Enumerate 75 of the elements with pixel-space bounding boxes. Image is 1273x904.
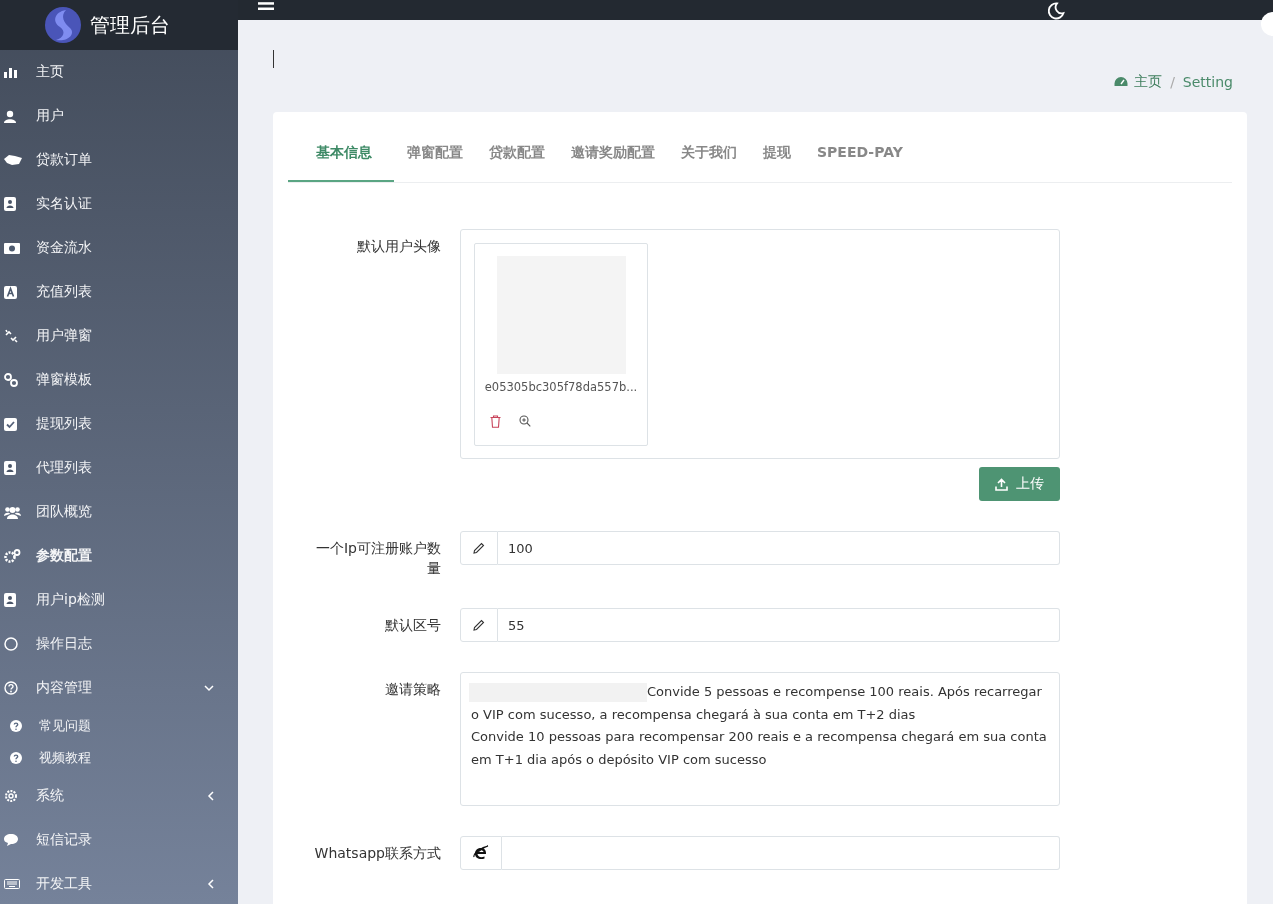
menu-icon[interactable] [258, 0, 274, 10]
sidebar-item[interactable]: 充值列表 [0, 270, 238, 314]
link-icon [4, 373, 18, 387]
field-label: 邀请策略 [384, 680, 442, 699]
sidebar-item[interactable]: 贷款订单 [0, 138, 238, 182]
input-field[interactable]: 100 [498, 531, 1060, 565]
settings-icon [4, 789, 18, 803]
input-field[interactable]: 55 [498, 608, 1060, 642]
contact-card-icon [4, 197, 16, 211]
caret-left-icon [207, 791, 214, 801]
question-circle-icon [10, 752, 22, 764]
pencil-icon [473, 619, 485, 631]
sidebar-item[interactable]: 提现列表 [0, 402, 238, 446]
text-cursor [273, 50, 274, 68]
field-label: 一个Ip可注册账户数量 [315, 539, 442, 578]
sidebar-subitem[interactable]: 视频教程 [0, 742, 238, 774]
sidebar-item[interactable]: 团队概览 [0, 490, 238, 534]
file-name: e05305bc305f78da557b... [483, 380, 639, 394]
tab[interactable]: 贷款配置 [476, 112, 558, 182]
text-area[interactable]: Convide 5 pessoas e recompense 100 reais. Após recarregar o VIP com sucesso, a recompensa chegará à sua conta em T+2 dias Convide 10 pessoas para recompensar 200 reais e a recompensa chegará em sua conta em T+1 dia após o depósito VIP com sucesso [460, 672, 1060, 806]
trash-icon[interactable] [490, 415, 501, 428]
question-circle-icon [10, 720, 22, 732]
checkbox-icon [4, 417, 17, 431]
tab[interactable]: 基本信息 [288, 112, 394, 182]
sidebar-subitem[interactable]: 常见问题 [0, 710, 238, 742]
chat-bubble-icon [4, 834, 18, 846]
sidebar-item[interactable]: 系统 [0, 774, 238, 818]
field-label: 默认用户头像 [356, 237, 442, 256]
sidebar-item[interactable]: 短信记录 [0, 818, 238, 862]
caret-down-icon [204, 684, 214, 692]
input-field[interactable] [502, 836, 1060, 870]
sidebar-item[interactable]: 参数配置 [0, 534, 238, 578]
keyboard-icon [4, 879, 20, 889]
sidebar-item[interactable]: 实名认证 [0, 182, 238, 226]
sidebar-item[interactable]: 用户弹窗 [0, 314, 238, 358]
field-label: Whatsapp联系方式 [313, 844, 442, 863]
tab[interactable]: 关于我们 [668, 112, 750, 182]
moon-icon[interactable] [1047, 2, 1065, 20]
avatar[interactable] [1261, 12, 1273, 36]
caret-left-icon [207, 879, 214, 889]
breadcrumb-link[interactable]: 主页 [1134, 73, 1163, 91]
user-icon [4, 109, 16, 123]
brand-title: 管理后台 [90, 11, 170, 39]
tab[interactable]: 提现 [750, 112, 804, 182]
logo-icon [44, 6, 82, 44]
contact-card-icon [4, 593, 16, 607]
banknote-icon [4, 242, 20, 254]
question-circle-icon [4, 681, 18, 695]
sidebar-item[interactable]: 资金流水 [0, 226, 238, 270]
tab[interactable]: SPEED-PAY [804, 112, 916, 182]
sidebar-item[interactable]: 弹窗模板 [0, 358, 238, 402]
breadcrumb-separator: / [1170, 74, 1175, 90]
field-label: 默认区号 [384, 616, 442, 635]
sidebar-item[interactable]: 开发工具 [0, 862, 238, 904]
zoom-in-icon[interactable] [519, 415, 531, 427]
upload-icon [995, 477, 1008, 491]
pencil-icon [473, 542, 485, 554]
sidebar-item[interactable]: 用户 [0, 94, 238, 138]
contact-card-icon [4, 461, 16, 475]
circle-icon [4, 637, 18, 651]
upload-button[interactable]: 上传 [979, 467, 1060, 501]
users-icon [4, 505, 21, 519]
sidebar-item[interactable]: 主页 [0, 50, 238, 94]
sidebar-item[interactable]: 用户ip检测 [0, 578, 238, 622]
sidebar-item[interactable]: 代理列表 [0, 446, 238, 490]
bar-chart-icon [4, 66, 18, 78]
letter-square-icon [4, 285, 17, 299]
tab[interactable]: 弹窗配置 [394, 112, 476, 182]
dashboard-icon [1114, 76, 1129, 88]
browser-e-icon [473, 845, 489, 861]
tab[interactable]: 邀请奖励配置 [558, 112, 668, 182]
sidebar-item[interactable]: 内容管理 [0, 666, 238, 710]
gears-icon [4, 549, 21, 563]
sidebar-item[interactable]: 操作日志 [0, 622, 238, 666]
breadcrumb-link[interactable]: Setting [1182, 74, 1233, 90]
